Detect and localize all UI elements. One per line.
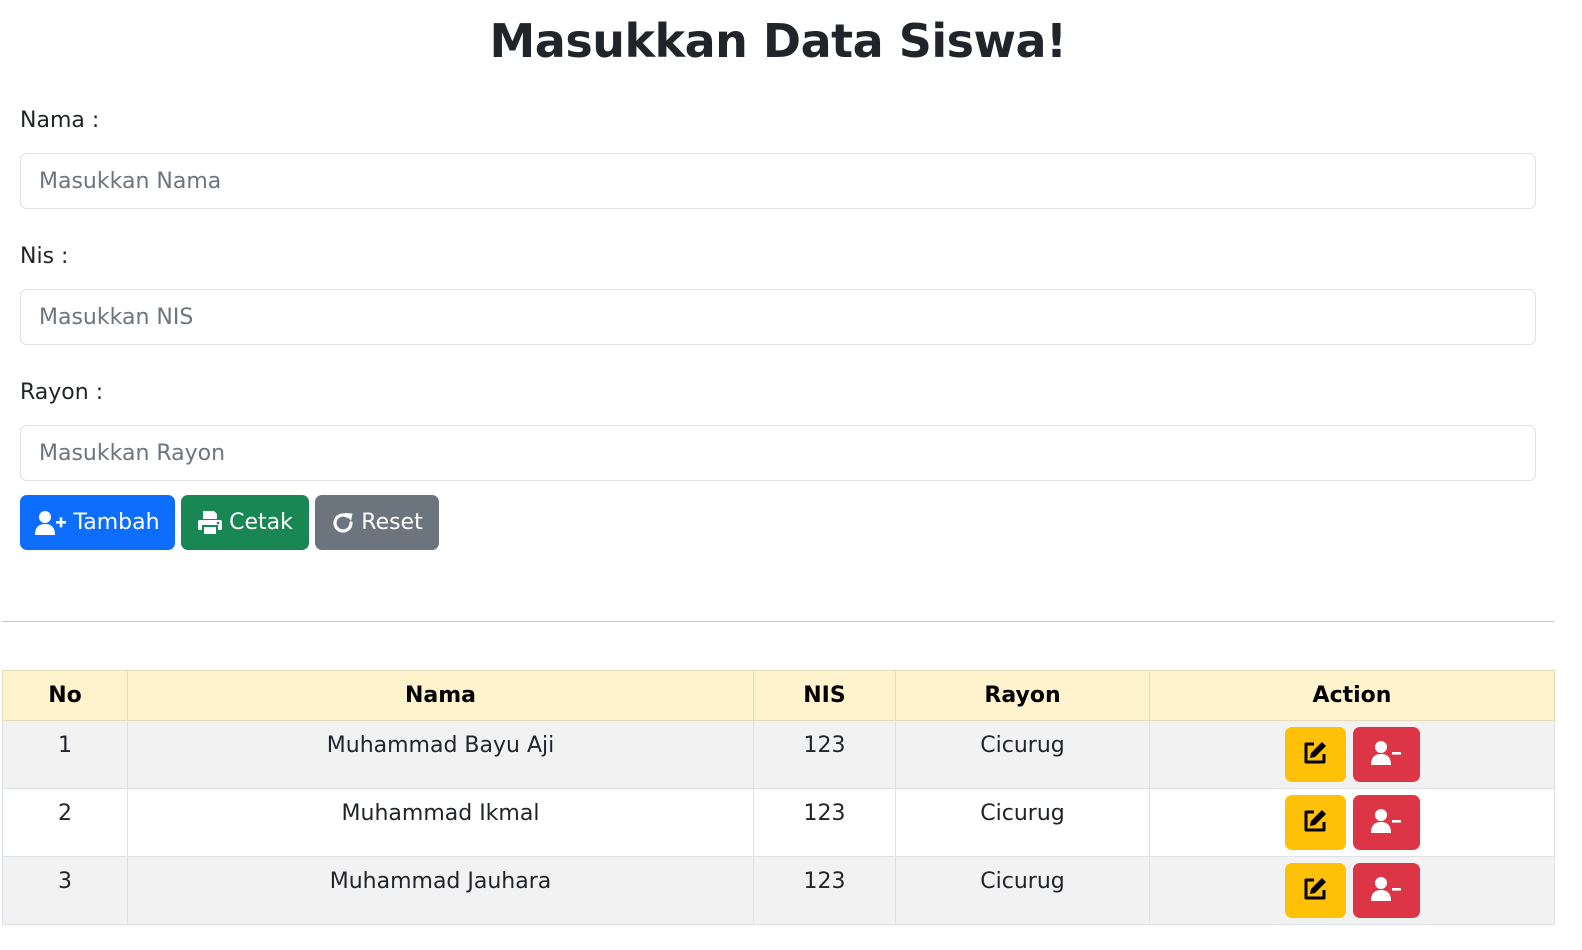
edit-icon bbox=[1302, 808, 1328, 837]
divider bbox=[2, 621, 1554, 622]
cell-no: 2 bbox=[2, 788, 128, 857]
nama-input[interactable] bbox=[20, 153, 1536, 209]
delete-button[interactable] bbox=[1352, 863, 1420, 918]
delete-button[interactable] bbox=[1352, 795, 1420, 850]
user-plus-icon bbox=[35, 510, 67, 536]
header-nama: Nama bbox=[127, 670, 754, 721]
header-nis: NIS bbox=[753, 670, 896, 721]
printer-icon bbox=[197, 510, 223, 536]
cell-nis: 123 bbox=[753, 720, 896, 789]
cell-rayon: Cicurug bbox=[895, 720, 1150, 789]
header-action: Action bbox=[1149, 670, 1555, 721]
cetak-button-label: Cetak bbox=[229, 510, 293, 535]
table-row: 2 Muhammad Ikmal 123 Cicurug bbox=[2, 788, 1555, 857]
edit-icon bbox=[1302, 740, 1328, 769]
edit-button[interactable] bbox=[1284, 795, 1346, 850]
delete-button[interactable] bbox=[1352, 727, 1420, 782]
edit-button[interactable] bbox=[1284, 863, 1346, 918]
table-header-row: No Nama NIS Rayon Action bbox=[2, 670, 1555, 721]
header-rayon: Rayon bbox=[895, 670, 1150, 721]
rotate-icon bbox=[331, 511, 355, 535]
cell-action bbox=[1149, 720, 1555, 789]
edit-icon bbox=[1302, 876, 1328, 905]
cell-rayon: Cicurug bbox=[895, 788, 1150, 857]
nama-label: Nama : bbox=[20, 108, 100, 133]
cell-no: 1 bbox=[2, 720, 128, 789]
header-no: No bbox=[2, 670, 128, 721]
tambah-button[interactable]: Tambah bbox=[20, 495, 175, 550]
cell-rayon: Cicurug bbox=[895, 856, 1150, 925]
user-minus-icon bbox=[1370, 808, 1402, 837]
rayon-input[interactable] bbox=[20, 425, 1536, 481]
table-row: 1 Muhammad Bayu Aji 123 Cicurug bbox=[2, 720, 1555, 789]
nis-label: Nis : bbox=[20, 244, 69, 269]
cell-nama: Muhammad Bayu Aji bbox=[127, 720, 754, 789]
cetak-button[interactable]: Cetak bbox=[181, 495, 309, 550]
edit-button[interactable] bbox=[1284, 727, 1346, 782]
user-minus-icon bbox=[1370, 740, 1402, 769]
cell-nis: 123 bbox=[753, 856, 896, 925]
cell-action bbox=[1149, 788, 1555, 857]
reset-button-label: Reset bbox=[361, 510, 423, 535]
student-table: No Nama NIS Rayon Action 1 Muhammad Bayu… bbox=[2, 670, 1555, 925]
rayon-label: Rayon : bbox=[20, 380, 104, 405]
cell-nama: Muhammad Ikmal bbox=[127, 788, 754, 857]
table-row: 3 Muhammad Jauhara 123 Cicurug bbox=[2, 856, 1555, 925]
cell-nis: 123 bbox=[753, 788, 896, 857]
page-title: Masukkan Data Siswa! bbox=[489, 14, 1068, 68]
tambah-button-label: Tambah bbox=[73, 510, 160, 535]
reset-button[interactable]: Reset bbox=[315, 495, 439, 550]
cell-nama: Muhammad Jauhara bbox=[127, 856, 754, 925]
cell-action bbox=[1149, 856, 1555, 925]
nis-input[interactable] bbox=[20, 289, 1536, 345]
user-minus-icon bbox=[1370, 876, 1402, 905]
cell-no: 3 bbox=[2, 856, 128, 925]
